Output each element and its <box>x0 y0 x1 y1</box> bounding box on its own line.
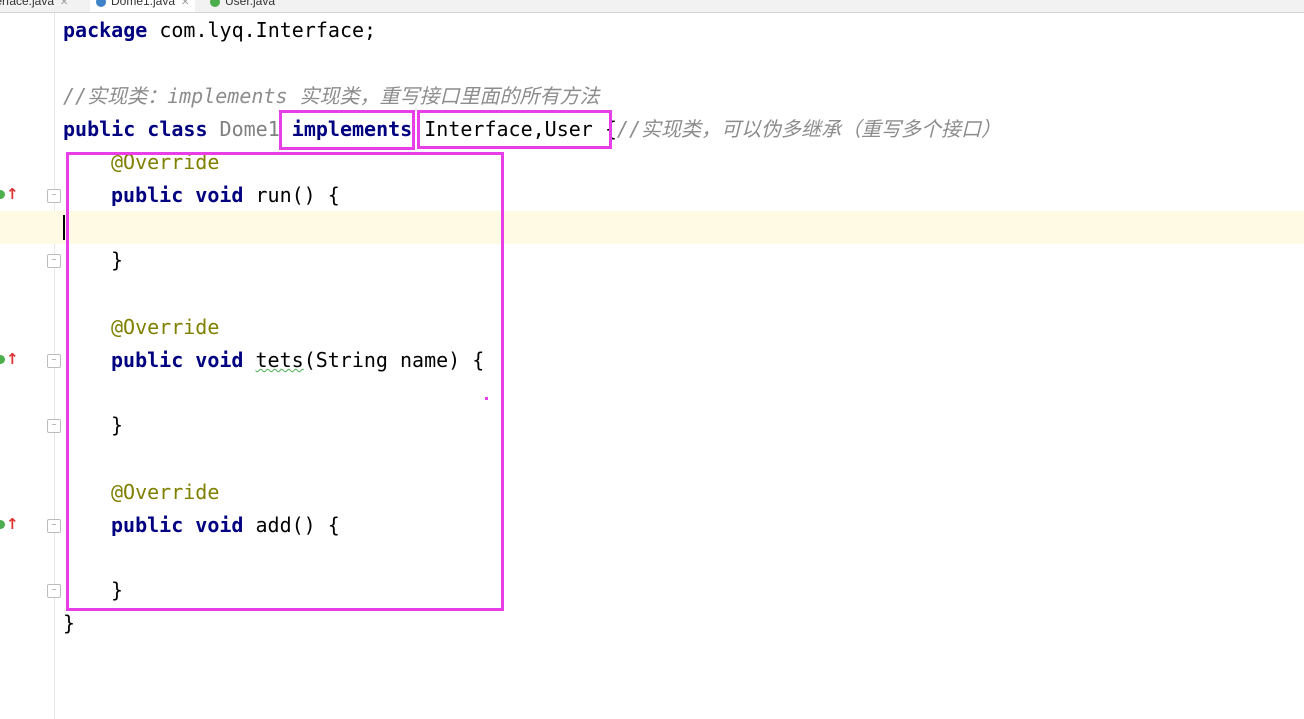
implements-method-marker[interactable]: ↑ <box>0 186 19 204</box>
implements-dot-icon <box>0 190 5 199</box>
close-icon[interactable]: ✕ <box>60 0 68 8</box>
tab-dome1-java[interactable]: Dome1.java ✕ <box>90 0 196 12</box>
fold-end-icon[interactable]: − <box>47 584 61 598</box>
fold-end-icon[interactable]: − <box>47 254 61 268</box>
fold-collapse-icon[interactable]: − <box>47 189 61 203</box>
fold-collapse-icon[interactable]: − <box>47 354 61 368</box>
class-file-icon <box>96 0 106 7</box>
highlight-box-implements <box>279 110 415 150</box>
code-line-package[interactable]: package com.lyq.Interface; <box>63 14 376 47</box>
implements-dot-icon <box>0 520 5 529</box>
annotation-dot <box>485 397 488 400</box>
tab-user-java[interactable]: User.java <box>210 0 275 12</box>
implements-method-marker[interactable]: ↑ <box>0 516 19 534</box>
editor-tab-bar: terface.java✕ Dome1.java✕ User.java <box>0 0 1304 13</box>
code-line-class-close[interactable]: } <box>63 607 75 640</box>
text-caret <box>63 215 65 240</box>
up-arrow-icon: ↑ <box>6 185 19 203</box>
close-icon[interactable]: ✕ <box>181 0 189 8</box>
highlight-box-interfaces <box>417 110 612 149</box>
fold-collapse-icon[interactable]: − <box>47 519 61 533</box>
up-arrow-icon: ↑ <box>6 350 19 368</box>
implements-method-marker[interactable]: ↑ <box>0 351 19 369</box>
interface-file-icon <box>210 0 220 7</box>
code-line-comment[interactable]: //实现类：implements 实现类，重写接口里面的所有方法 <box>63 80 600 113</box>
up-arrow-icon: ↑ <box>6 515 19 533</box>
tab-interface-java[interactable]: terface.java✕ <box>0 0 68 12</box>
highlight-box-methods <box>66 152 504 611</box>
implements-dot-icon <box>0 355 5 364</box>
fold-end-icon[interactable]: − <box>47 419 61 433</box>
